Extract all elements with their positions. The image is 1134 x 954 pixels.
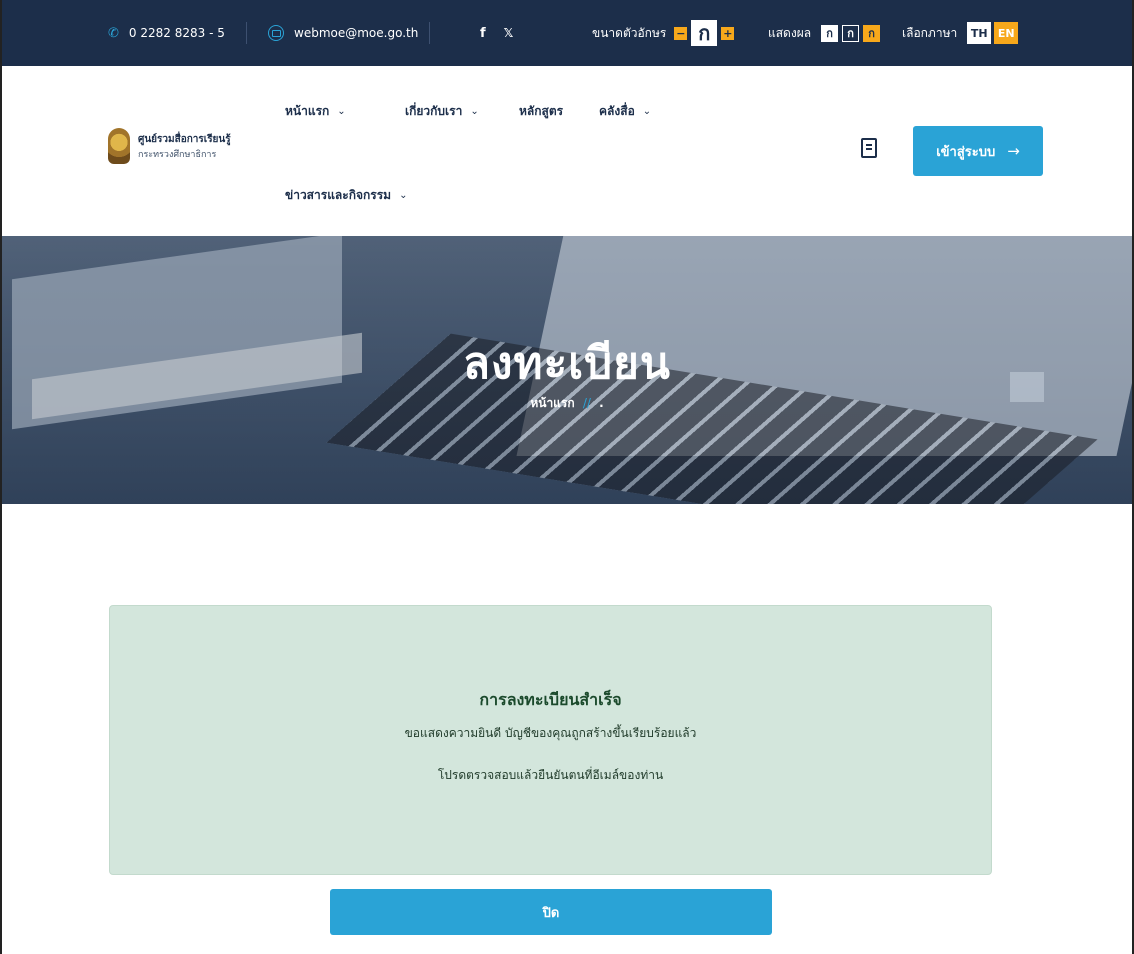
emblem-icon <box>108 128 130 164</box>
breadcrumb: หน้าแรก // . <box>2 394 1132 413</box>
breadcrumb-home[interactable]: หน้าแรก <box>530 396 574 410</box>
divider <box>429 22 430 44</box>
display-controls: แสดงผล ก ก ก <box>768 0 881 66</box>
chevron-down-icon: ⌄ <box>470 106 479 117</box>
site-header: ศูนย์รวมสื่อการเรียนรู้ กระทรวงศึกษาธิกา… <box>2 66 1132 236</box>
font-default-button[interactable]: ก <box>691 20 718 46</box>
nav-news[interactable]: ข่าวสารและกิจกรรม ⌄ <box>285 186 407 205</box>
breadcrumb-separator: // <box>582 396 591 410</box>
alert-message: โปรดตรวจสอบแล้วยืนยันตนที่อีเมล์ของท่าน <box>437 768 664 782</box>
alert-message: ขอแสดงความยินดี บัญชีของคุณถูกสร้างขึ้นเ… <box>404 726 697 740</box>
email-address: webmoe@moe.go.th <box>294 26 419 40</box>
email-contact[interactable]: webmoe@moe.go.th <box>268 0 418 66</box>
login-button[interactable]: เข้าสู่ระบบ → <box>913 126 1043 176</box>
phone-contact[interactable]: ✆ 0 2282 8283 - 5 <box>108 0 225 66</box>
logo-subtitle: กระทรวงศึกษาธิการ <box>138 149 217 160</box>
nav-about[interactable]: เกี่ยวกับเรา ⌄ <box>405 102 479 121</box>
lang-en-button[interactable]: EN <box>994 22 1019 44</box>
nav-library[interactable]: คลังสื่อ ⌄ <box>599 102 651 121</box>
font-size-label: ขนาดตัวอักษร <box>592 25 667 40</box>
site-logo[interactable]: ศูนย์รวมสื่อการเรียนรู้ กระทรวงศึกษาธิกา… <box>108 128 231 164</box>
social-links: f 𝕏 <box>480 0 531 66</box>
nav-home[interactable]: หน้าแรก ⌄ <box>285 102 346 121</box>
display-label: แสดงผล <box>768 25 812 40</box>
language-label: เลือกภาษา <box>902 25 958 40</box>
language-controls: เลือกภาษา TH EN <box>902 0 1019 66</box>
chevron-down-icon: ⌄ <box>399 190 408 201</box>
font-decrease-button[interactable]: − <box>674 26 688 40</box>
lang-th-button[interactable]: TH <box>967 22 992 44</box>
chevron-down-icon: ⌄ <box>642 106 652 117</box>
nav-about-label: เกี่ยวกับเรา <box>405 104 463 118</box>
nav-courses[interactable]: หลักสูตร <box>519 102 563 121</box>
page-banner: ลงทะเบียน หน้าแรก // . <box>2 236 1132 504</box>
phone-number: 0 2282 8283 - 5 <box>128 26 225 40</box>
top-bar: ✆ 0 2282 8283 - 5 webmoe@moe.go.th f 𝕏 ข… <box>2 0 1132 66</box>
display-yellow-button[interactable]: ก <box>863 24 881 42</box>
nav-home-label: หน้าแรก <box>285 104 330 118</box>
chevron-down-icon: ⌄ <box>337 106 346 117</box>
display-normal-button[interactable]: ก <box>821 24 839 42</box>
font-increase-button[interactable]: + <box>721 26 735 40</box>
arrow-right-icon: → <box>1007 142 1020 160</box>
facebook-icon[interactable]: f <box>480 26 486 41</box>
alert-heading: การลงทะเบียนสำเร็จ <box>479 690 622 709</box>
close-button[interactable]: ปิด <box>330 889 772 935</box>
nav-news-label: ข่าวสารและกิจกรรม <box>285 188 392 202</box>
divider <box>246 22 247 44</box>
page-title: ลงทะเบียน <box>463 338 671 389</box>
success-alert: การลงทะเบียนสำเร็จ ขอแสดงความยินดี บัญชี… <box>109 605 992 875</box>
font-size-controls: ขนาดตัวอักษร − ก + <box>592 0 735 66</box>
nav-courses-label: หลักสูตร <box>519 104 564 118</box>
login-label: เข้าสู่ระบบ <box>936 144 996 160</box>
breadcrumb-current: . <box>599 396 604 410</box>
display-dark-button[interactable]: ก <box>842 24 860 42</box>
logo-title: ศูนย์รวมสื่อการเรียนรู้ <box>138 133 231 145</box>
email-icon <box>268 25 284 41</box>
phone-icon: ✆ <box>108 25 119 41</box>
nav-library-label: คลังสื่อ <box>599 104 635 118</box>
twitter-icon[interactable]: 𝕏 <box>504 26 514 40</box>
book-icon[interactable] <box>861 138 877 158</box>
